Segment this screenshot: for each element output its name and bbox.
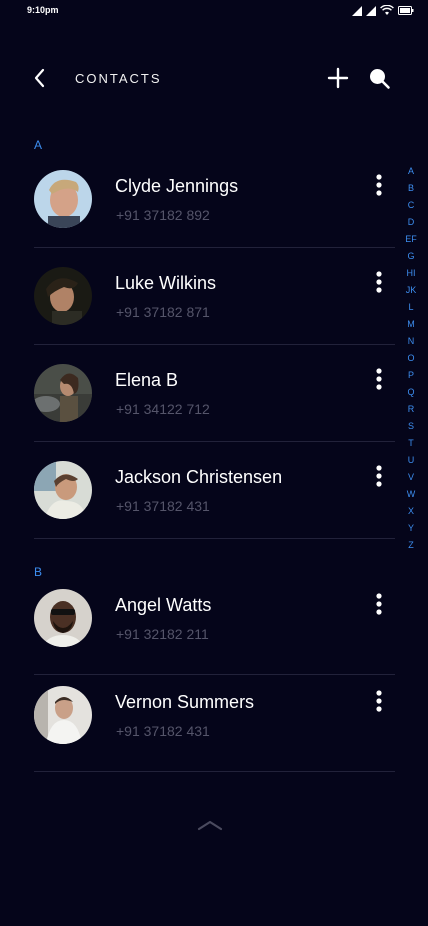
index-letter[interactable]: L	[400, 302, 422, 312]
cellular-signal-icon	[352, 5, 362, 16]
contact-phone: +91 37182 871	[116, 304, 210, 320]
index-letter[interactable]: Q	[400, 387, 422, 397]
avatar	[34, 589, 92, 647]
index-letter[interactable]: Z	[400, 540, 422, 550]
wifi-icon	[380, 5, 394, 15]
contact-row[interactable]: Luke Wilkins +91 37182 871	[0, 264, 428, 361]
back-button[interactable]	[28, 64, 52, 92]
index-letter[interactable]: S	[400, 421, 422, 431]
more-vertical-icon	[376, 174, 382, 196]
contact-row[interactable]: Jackson Christensen +91 37182 431	[0, 458, 428, 555]
index-letter[interactable]: JK	[400, 285, 422, 295]
index-letter[interactable]: R	[400, 404, 422, 414]
more-options-button[interactable]	[369, 689, 389, 715]
contact-name: Luke Wilkins	[115, 273, 217, 293]
contact-phone: +91 32182 211	[116, 626, 209, 642]
more-vertical-icon	[376, 593, 382, 615]
avatar	[34, 686, 92, 744]
section-letter-a: A	[34, 138, 43, 152]
index-letter[interactable]: B	[400, 183, 422, 193]
avatar	[34, 267, 92, 325]
avatar	[34, 461, 92, 519]
index-letter[interactable]: P	[400, 370, 422, 380]
divider	[34, 771, 395, 772]
more-options-button[interactable]	[369, 464, 389, 490]
index-letter[interactable]: Y	[400, 523, 422, 533]
section-letter-b: B	[34, 565, 43, 579]
more-options-button[interactable]	[369, 592, 389, 618]
index-letter[interactable]: O	[400, 353, 422, 363]
contact-name: Elena B	[115, 370, 179, 390]
more-options-button[interactable]	[369, 173, 389, 199]
page-title: CONTACTS	[75, 71, 162, 86]
more-vertical-icon	[376, 271, 382, 293]
contact-name: Vernon Summers	[115, 692, 255, 712]
contact-row[interactable]: Angel Watts +91 32182 211	[0, 586, 428, 683]
status-time: 9:10pm	[27, 5, 59, 15]
contact-phone: +91 37182 892	[116, 207, 210, 223]
more-options-button[interactable]	[369, 270, 389, 296]
contact-name: Clyde Jennings	[115, 176, 239, 196]
status-bar: 9:10pm	[0, 0, 428, 24]
contact-row[interactable]: Elena B +91 34122 712	[0, 361, 428, 458]
divider	[34, 538, 395, 539]
more-vertical-icon	[376, 368, 382, 390]
divider	[34, 344, 395, 345]
index-letter[interactable]: HI	[400, 268, 422, 278]
index-letter[interactable]: G	[400, 251, 422, 261]
index-letter[interactable]: C	[400, 200, 422, 210]
index-letter[interactable]: N	[400, 336, 422, 346]
contact-phone: +91 37182 431	[116, 498, 210, 514]
contact-phone: +91 37182 431	[116, 723, 210, 739]
battery-icon	[398, 6, 414, 15]
contact-row[interactable]: Clyde Jennings +91 37182 892	[0, 167, 428, 264]
status-icons	[352, 5, 414, 16]
divider	[34, 247, 395, 248]
search-icon	[370, 69, 390, 89]
index-letter[interactable]: M	[400, 319, 422, 329]
index-letter[interactable]: U	[400, 455, 422, 465]
index-letter[interactable]: D	[400, 217, 422, 227]
more-vertical-icon	[376, 690, 382, 712]
header: CONTACTS	[0, 62, 428, 94]
chevron-up-icon	[197, 820, 223, 831]
contact-row[interactable]: Vernon Summers +91 37182 431	[0, 683, 428, 780]
index-letter[interactable]: X	[400, 506, 422, 516]
index-letter[interactable]: EF	[400, 234, 422, 244]
more-options-button[interactable]	[369, 367, 389, 393]
contact-phone: +91 34122 712	[116, 401, 210, 417]
index-letter[interactable]: T	[400, 438, 422, 448]
index-letter[interactable]: A	[400, 166, 422, 176]
divider	[34, 674, 395, 675]
search-button[interactable]	[367, 66, 391, 90]
divider	[34, 441, 395, 442]
avatar	[34, 170, 92, 228]
index-letter[interactable]: W	[400, 489, 422, 499]
contact-name: Jackson Christensen	[115, 467, 283, 487]
more-vertical-icon	[376, 465, 382, 487]
scroll-up-button[interactable]	[196, 818, 224, 832]
avatar	[34, 364, 92, 422]
add-contact-button[interactable]	[326, 66, 350, 90]
cellular-signal-icon	[366, 5, 376, 16]
contact-name: Angel Watts	[115, 595, 212, 615]
chevron-left-icon	[34, 68, 45, 88]
plus-icon	[327, 67, 349, 89]
index-letter[interactable]: V	[400, 472, 422, 482]
